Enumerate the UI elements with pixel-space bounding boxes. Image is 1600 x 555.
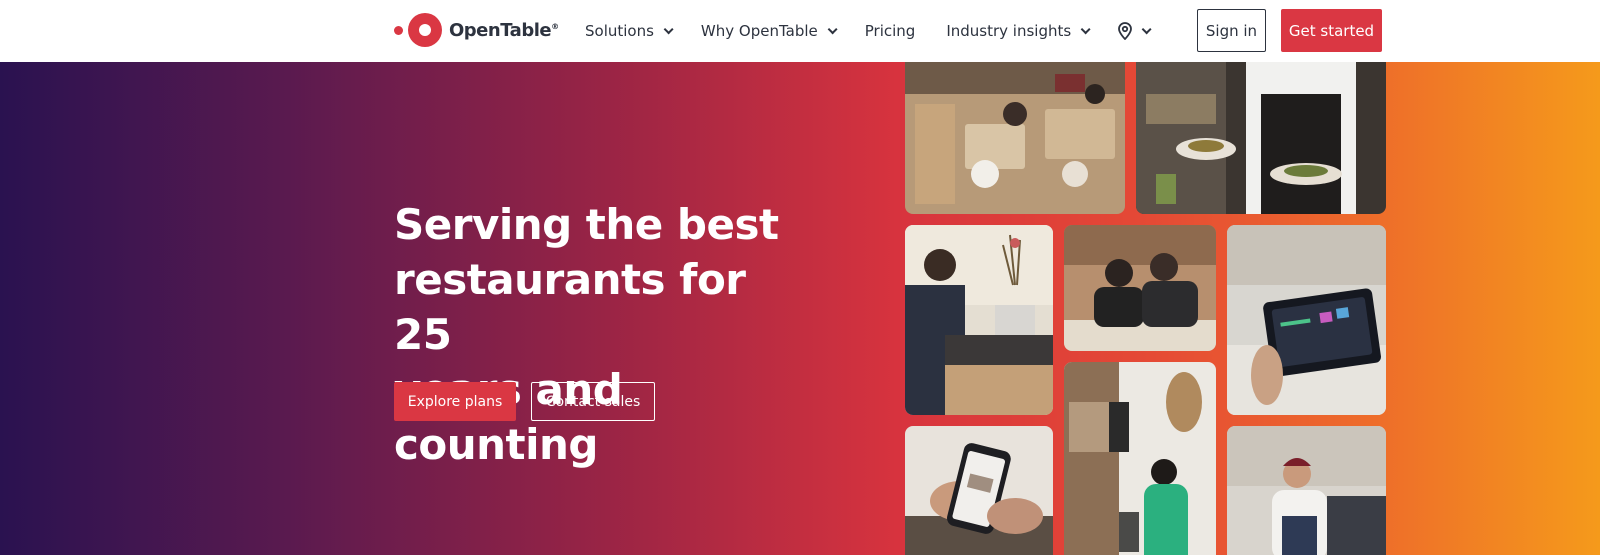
hero-section: Serving the best restaurants for 25 year… [0, 62, 1600, 555]
tablet-pos-photo [1227, 225, 1386, 415]
chef-serving-plates-photo [1136, 62, 1386, 214]
nav-item-label: Why OpenTable [700, 22, 818, 40]
staff-smiling-photo [1064, 225, 1216, 351]
nav-item-label: Solutions [585, 22, 654, 40]
nav-item-label: Pricing [864, 22, 916, 40]
restaurant-dining-room-photo [905, 62, 1125, 214]
chevron-down-icon [827, 23, 838, 34]
host-at-stand-photo [905, 225, 1053, 415]
nav-item-industry-insights[interactable]: Industry insights [946, 22, 1091, 40]
explore-plans-button[interactable]: Explore plans [394, 382, 516, 421]
sign-in-button[interactable]: Sign in [1197, 9, 1266, 52]
host-greeting-photo [1064, 362, 1216, 555]
nav-item-why-opentable[interactable]: Why OpenTable [700, 22, 838, 40]
site-header: OpenTable® Solutions Why OpenTable Prici… [0, 0, 1600, 62]
opentable-logo[interactable]: OpenTable® [394, 12, 559, 48]
nav-item-solutions[interactable]: Solutions [585, 22, 674, 40]
location-pin-icon [1118, 22, 1133, 40]
get-started-button[interactable]: Get started [1281, 9, 1382, 52]
chevron-down-icon [663, 23, 674, 34]
hero-headline: Serving the best restaurants for 25 year… [394, 197, 814, 472]
logo-ring-icon [408, 13, 442, 47]
nav-item-label: Industry insights [946, 22, 1072, 40]
chef-portrait-photo [1227, 426, 1386, 555]
chevron-down-icon [1141, 23, 1152, 34]
logo-dot-icon [394, 25, 403, 35]
nav-item-pricing[interactable]: Pricing [865, 22, 916, 40]
chevron-down-icon [1080, 23, 1091, 34]
logo-text: OpenTable® [449, 19, 559, 41]
contact-sales-button[interactable]: Contact sales [531, 382, 655, 421]
headline-line: Serving the best [394, 200, 779, 249]
main-nav: Solutions Why OpenTable Pricing Industry… [585, 0, 1179, 62]
phone-app-photo [905, 426, 1053, 555]
headline-line: restaurants for 25 [394, 255, 746, 359]
location-selector[interactable] [1118, 22, 1152, 40]
